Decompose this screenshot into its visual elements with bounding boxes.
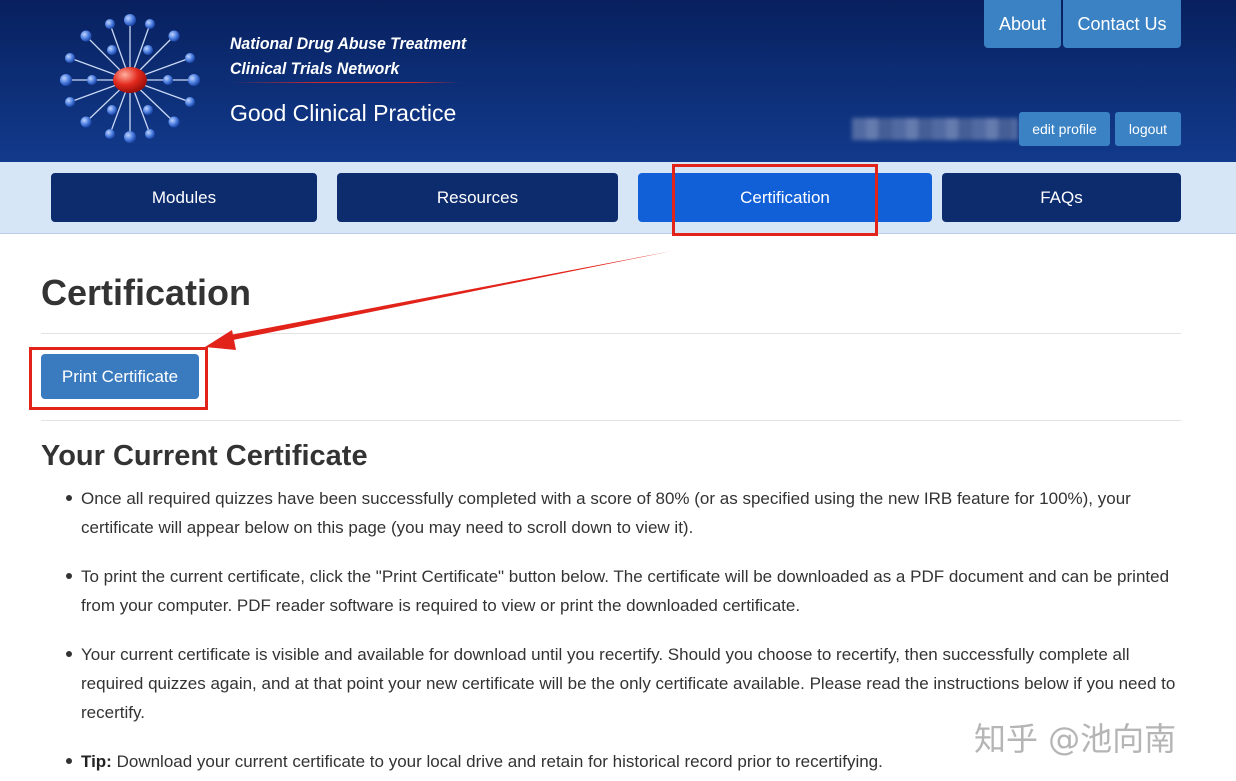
page-title: Certification	[41, 272, 252, 313]
about-link[interactable]: About	[984, 0, 1061, 48]
network-molecule-logo-icon[interactable]	[52, 10, 212, 150]
list-item-text: Download your current certificate to you…	[111, 752, 883, 771]
annotation-box-certification	[672, 164, 878, 236]
list-item-text: To print the current certificate, click …	[81, 567, 1170, 615]
divider	[41, 333, 1181, 334]
watermark: 知乎 @池向南	[974, 720, 1177, 758]
org-name-line2: Clinical Trials Network	[230, 59, 400, 78]
tip-label: Tip:	[81, 752, 112, 771]
blurred-username	[852, 118, 1018, 140]
divider	[41, 420, 1181, 421]
contact-us-link[interactable]: Contact Us	[1063, 0, 1181, 48]
nav-modules[interactable]: Modules	[51, 173, 317, 222]
nav-resources[interactable]: Resources	[337, 173, 618, 222]
list-item: To print the current certificate, click …	[66, 562, 1186, 620]
list-item-text: Your current certificate is visible and …	[81, 645, 1176, 722]
edit-profile-button[interactable]: edit profile	[1019, 112, 1110, 146]
site-header: National Drug Abuse Treatment Clinical T…	[0, 0, 1236, 162]
nav-faqs[interactable]: FAQs	[942, 173, 1181, 222]
annotation-box-print	[29, 347, 208, 410]
list-item: Once all required quizzes have been succ…	[66, 484, 1186, 542]
org-name: National Drug Abuse Treatment Clinical T…	[230, 31, 466, 81]
header-divider	[230, 82, 460, 83]
section-title: Your Current Certificate	[41, 440, 368, 472]
main-nav: Modules Resources Certification FAQs	[0, 162, 1236, 234]
list-item-text: Once all required quizzes have been succ…	[81, 489, 1131, 537]
site-title: Good Clinical Practice	[230, 100, 457, 126]
org-name-line1: National Drug Abuse Treatment	[230, 34, 467, 53]
logout-button[interactable]: logout	[1115, 112, 1181, 146]
